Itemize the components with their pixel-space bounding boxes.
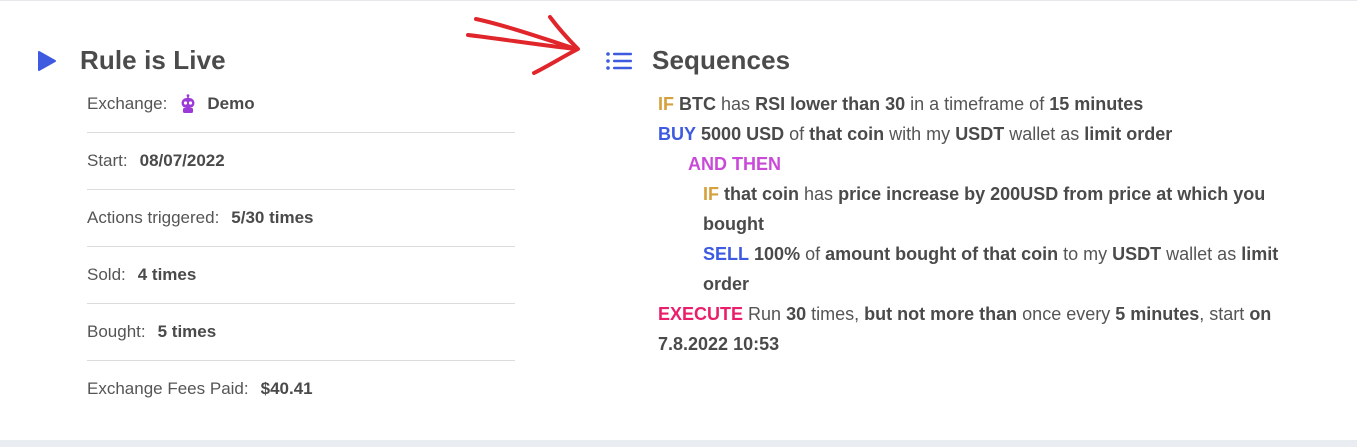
stat-bought: Bought: 5 times <box>87 304 515 361</box>
stat-label: Sold: <box>87 265 126 284</box>
connector-text: Run <box>748 304 782 324</box>
rule-card: Rule is Live Exchange: Demo Start: 08/07… <box>0 0 1357 440</box>
connector-text: times, <box>811 304 860 324</box>
sequence-description: IF BTC has RSI lower than 30 in a timefr… <box>658 89 1318 359</box>
condition-text: RSI lower than 30 <box>755 94 906 114</box>
connector-text: wallet as <box>1009 124 1080 144</box>
stat-label: Exchange: <box>87 94 168 113</box>
stat-actions-triggered: Actions triggered: 5/30 times <box>87 190 515 247</box>
stat-value: Demo <box>207 94 255 113</box>
stat-label: Start: <box>87 151 128 170</box>
coin-ref: that coin <box>809 124 885 144</box>
stat-sold: Sold: 4 times <box>87 247 515 304</box>
keyword-sell: SELL <box>703 244 750 264</box>
connector-text: has <box>804 184 834 204</box>
sequence-line-sell: SELL 100% of amount bought of that coin … <box>658 239 1318 299</box>
keyword-and-then: AND THEN <box>688 154 781 174</box>
stat-exchange: Exchange: Demo <box>87 76 515 133</box>
keyword-buy: BUY <box>658 124 697 144</box>
connector-text: on <box>1249 304 1272 324</box>
connector-text: of <box>805 244 821 264</box>
stat-value: 5 times <box>157 322 217 341</box>
sequence-line-sub-condition: IF that coin has price increase by 200US… <box>658 179 1318 239</box>
stat-value: $40.41 <box>260 379 313 398</box>
stat-value: 4 times <box>137 265 197 284</box>
sequence-line-execute: EXECUTE Run 30 times, but not more than … <box>658 299 1318 359</box>
list-icon <box>605 49 633 73</box>
rule-stats-list: Exchange: Demo Start: 08/07/2022 Actions… <box>87 76 515 417</box>
sequences-title: Sequences <box>652 45 791 75</box>
keyword-execute: EXECUTE <box>658 304 744 324</box>
stat-exchange-fees: Exchange Fees Paid: $40.41 <box>87 361 515 417</box>
order-type: limit order <box>1084 124 1173 144</box>
timeframe-value: 15 minutes <box>1049 94 1144 114</box>
stat-label: Actions triggered: <box>87 208 220 227</box>
coin-ref: that coin <box>724 184 800 204</box>
stat-value: 5/30 times <box>231 208 314 227</box>
limit-text: but not more than <box>864 304 1018 324</box>
wallet-name: USDT <box>955 124 1005 144</box>
sell-amount: 100% <box>754 244 801 264</box>
sequence-line-buy: BUY 5000 USD of that coin with my USDT w… <box>658 119 1318 149</box>
keyword-if: IF <box>703 184 719 204</box>
connector-text: has <box>721 94 751 114</box>
rule-status-title: Rule is Live <box>80 45 226 75</box>
stat-label: Bought: <box>87 322 146 341</box>
coin-name: BTC <box>679 94 717 114</box>
sequence-line-and-then: AND THEN <box>658 149 1318 179</box>
connector-text: , start <box>1199 304 1245 324</box>
connector-text: once every <box>1022 304 1111 324</box>
run-count: 30 <box>786 304 807 324</box>
stat-value: 08/07/2022 <box>139 151 225 170</box>
connector-text: to my <box>1063 244 1108 264</box>
connector-text: with my <box>889 124 951 144</box>
wallet-name: USDT <box>1112 244 1162 264</box>
sell-target: amount bought of that coin <box>825 244 1059 264</box>
stat-label: Exchange Fees Paid: <box>87 379 249 398</box>
robot-icon <box>179 94 197 114</box>
connector-text: wallet as <box>1166 244 1237 264</box>
start-datetime: 7.8.2022 10:53 <box>658 334 780 354</box>
buy-amount: 5000 USD <box>701 124 785 144</box>
sequences-header: Sequences <box>605 45 790 76</box>
play-icon[interactable] <box>36 50 58 72</box>
connector-text: in a timeframe of <box>910 94 1045 114</box>
keyword-if: IF <box>658 94 674 114</box>
connector-text: of <box>789 124 805 144</box>
rule-status-header: Rule is Live <box>36 45 226 76</box>
interval-value: 5 minutes <box>1115 304 1200 324</box>
stat-start: Start: 08/07/2022 <box>87 133 515 190</box>
annotation-arrow-icon <box>464 11 589 86</box>
sequence-line-condition: IF BTC has RSI lower than 30 in a timefr… <box>658 89 1318 119</box>
